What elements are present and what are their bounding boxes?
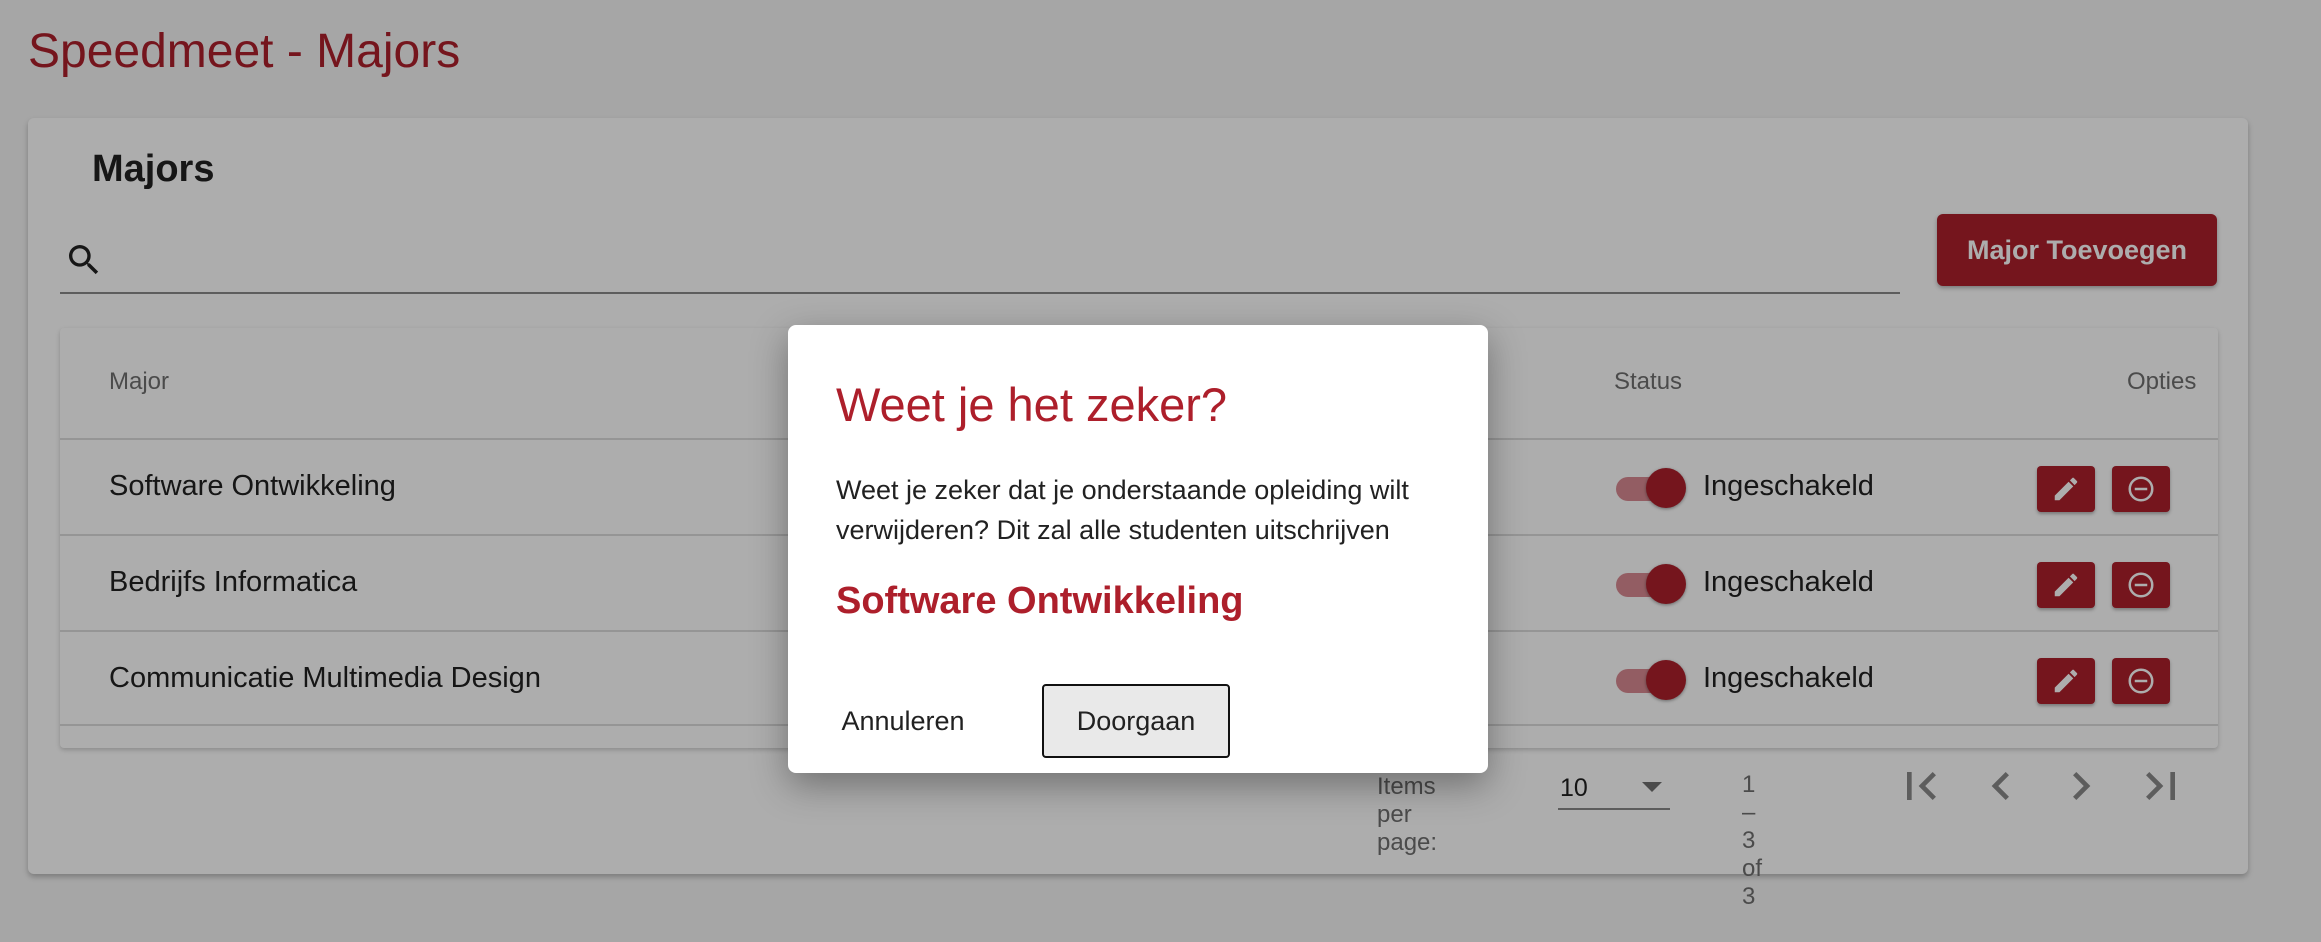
confirm-button[interactable]: Doorgaan <box>1042 684 1230 758</box>
cancel-button[interactable]: Annuleren <box>836 685 970 757</box>
dialog-major-name: Software Ontwikkeling <box>836 580 1244 622</box>
confirm-delete-dialog: Weet je het zeker? Weet je zeker dat je … <box>788 325 1488 773</box>
dialog-message: Weet je zeker dat je onderstaande opleid… <box>836 475 1409 545</box>
dialog-title: Weet je het zeker? <box>836 378 1228 431</box>
